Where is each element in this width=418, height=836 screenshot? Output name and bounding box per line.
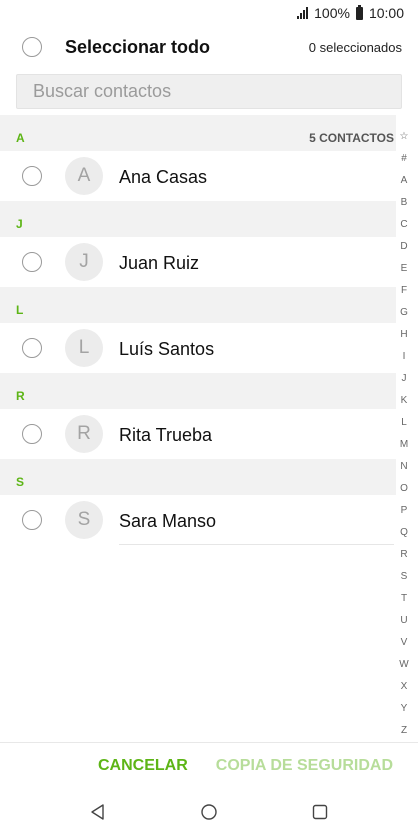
selection-header: Seleccionar todo 0 seleccionados xyxy=(0,28,418,68)
select-all-radio[interactable] xyxy=(22,37,42,57)
selected-count: 0 seleccionados xyxy=(308,40,402,55)
back-triangle-icon[interactable] xyxy=(87,801,109,823)
index-letter[interactable]: W xyxy=(398,654,410,676)
contact-name: Sara Manso xyxy=(119,511,217,531)
contact-list: A 5 CONTACTOS A Ana Casas J J Juan Ruiz … xyxy=(0,115,396,545)
search-input[interactable] xyxy=(17,75,401,108)
index-letter[interactable]: P xyxy=(398,500,410,522)
contacts-count: 5 CONTACTOS xyxy=(309,131,394,145)
section-letter: L xyxy=(16,303,24,317)
clock: 10:00 xyxy=(368,5,404,21)
section-letter: J xyxy=(16,217,23,231)
contact-name: Juan Ruiz xyxy=(119,253,200,273)
battery-percent: 100% xyxy=(314,5,350,21)
index-letter[interactable]: J xyxy=(398,368,410,390)
index-letter[interactable]: N xyxy=(398,456,410,478)
index-letter[interactable]: G xyxy=(398,302,410,324)
contact-row[interactable]: A Ana Casas xyxy=(0,151,396,201)
index-letter[interactable]: # xyxy=(398,148,410,170)
index-letter[interactable]: Z xyxy=(398,720,410,742)
section-header-s: S xyxy=(0,459,396,495)
index-letter[interactable]: Q xyxy=(398,522,410,544)
contact-radio[interactable] xyxy=(22,338,42,358)
index-letter[interactable]: L xyxy=(398,412,410,434)
avatar: S xyxy=(65,501,103,539)
signal-icon xyxy=(297,7,309,19)
status-bar: 100% 10:00 xyxy=(0,0,418,28)
action-footer: CANCELAR COPIA DE SEGURIDAD xyxy=(0,742,418,790)
select-all-label[interactable]: Seleccionar todo xyxy=(65,37,210,58)
section-letter: R xyxy=(16,389,25,403)
home-circle-icon[interactable] xyxy=(198,801,220,823)
cancel-button[interactable]: CANCELAR xyxy=(98,757,188,775)
index-letter[interactable]: F xyxy=(398,280,410,302)
contact-row[interactable]: L Luís Santos xyxy=(0,323,396,373)
section-header-l: L xyxy=(0,287,396,323)
index-letter[interactable]: R xyxy=(398,544,410,566)
backup-button[interactable]: COPIA DE SEGURIDAD xyxy=(216,757,393,775)
contact-name: Ana Casas xyxy=(119,167,208,187)
index-letter[interactable]: A xyxy=(398,170,410,192)
contact-name: Rita Trueba xyxy=(119,425,213,445)
navigation-bar xyxy=(0,790,418,836)
contact-radio[interactable] xyxy=(22,424,42,444)
contact-name: Luís Santos xyxy=(119,339,215,359)
index-letter[interactable]: U xyxy=(398,610,410,632)
avatar: A xyxy=(65,157,103,195)
recent-square-icon[interactable] xyxy=(309,801,331,823)
section-header-j: J xyxy=(0,201,396,237)
index-letter[interactable]: X xyxy=(398,676,410,698)
index-letter[interactable]: T xyxy=(398,588,410,610)
index-letter[interactable]: C xyxy=(398,214,410,236)
section-header-r: R xyxy=(0,373,396,409)
section-letter: S xyxy=(16,475,25,489)
search-box[interactable] xyxy=(16,74,402,109)
index-letter[interactable]: E xyxy=(398,258,410,280)
index-letter[interactable]: D xyxy=(398,236,410,258)
contact-radio[interactable] xyxy=(22,252,42,272)
index-letter[interactable]: O xyxy=(398,478,410,500)
contact-row[interactable]: S Sara Manso xyxy=(0,495,396,545)
avatar: J xyxy=(65,243,103,281)
avatar: R xyxy=(65,415,103,453)
index-letter[interactable]: S xyxy=(398,566,410,588)
index-letter[interactable]: K xyxy=(398,390,410,412)
battery-icon xyxy=(355,4,363,20)
contact-radio[interactable] xyxy=(22,510,42,530)
contact-row[interactable]: R Rita Trueba xyxy=(0,409,396,459)
index-letter[interactable]: V xyxy=(398,632,410,654)
avatar: L xyxy=(65,329,103,367)
index-letter[interactable]: ☆ xyxy=(398,126,410,148)
section-letter: A xyxy=(16,131,25,145)
contact-row[interactable]: J Juan Ruiz xyxy=(0,237,396,287)
status-indicators: 100% 10:00 xyxy=(297,4,404,21)
index-letter[interactable]: M xyxy=(398,434,410,456)
index-letter[interactable]: I xyxy=(398,346,410,368)
section-header-a: A 5 CONTACTOS xyxy=(0,115,396,151)
index-letter[interactable]: H xyxy=(398,324,410,346)
contact-radio[interactable] xyxy=(22,166,42,186)
alphabet-index[interactable]: ☆ # A B C D E F G H I J K L M N O P Q R S T U V W X Y Z xyxy=(398,126,410,742)
index-letter[interactable]: Y xyxy=(398,698,410,720)
index-letter[interactable]: B xyxy=(398,192,410,214)
